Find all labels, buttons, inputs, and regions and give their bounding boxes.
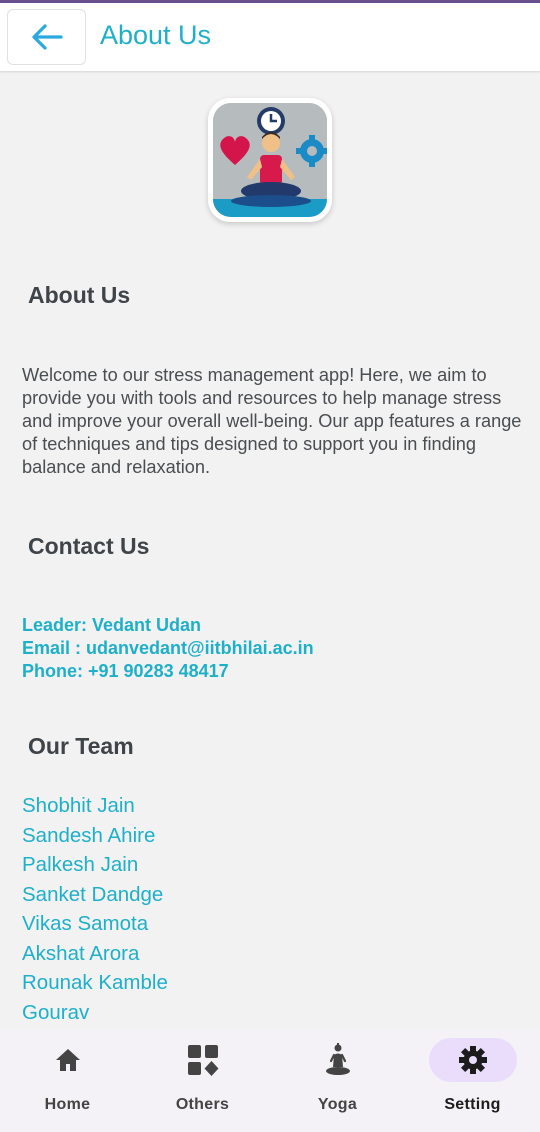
yoga-pose-icon [325,1043,350,1075]
nav-setting[interactable]: Setting [405,1030,540,1132]
team-member: Gourav [22,1001,90,1024]
contact-heading: Contact Us [28,533,150,559]
bottom-navigation: Home Others Yoga Setting [0,1030,540,1132]
nav-yoga-label: Yoga [317,1096,358,1113]
team-heading: Our Team [28,733,134,759]
nav-others-label: Others [175,1096,230,1113]
team-member: Akshat Arora [22,942,140,965]
nav-home[interactable]: Home [0,1030,135,1132]
meditation-app-logo [213,103,327,217]
about-text: Welcome to our stress management app! He… [22,365,522,477]
back-button[interactable] [7,9,86,65]
app-bar: About Us [0,3,540,71]
about-heading: About Us [28,282,131,308]
team-member: Shobhit Jain [22,794,135,817]
nav-yoga[interactable]: Yoga [270,1030,405,1132]
home-icon [55,1049,80,1071]
nav-setting-label: Setting [444,1096,501,1113]
team-member: Sanket Dandge [22,883,164,906]
gear-icon [458,1046,487,1074]
app-logo [208,98,332,222]
nav-active-indicator [428,1038,517,1082]
team-member: Palkesh Jain [22,853,139,876]
arrow-left-icon [31,24,63,50]
team-member: Vikas Samota [22,912,149,935]
contact-email[interactable]: Email : udanvedant@iitbhilai.ac.in [22,638,314,659]
team-member: Rounak Kamble [22,971,168,994]
contact-leader: Leader: Vedant Udan [22,615,202,635]
nav-others[interactable]: Others [135,1030,270,1132]
team-member: Sandesh Ahire [22,824,156,847]
grid-shapes-icon [187,1045,218,1076]
contact-phone[interactable]: Phone: +91 90283 48417 [22,661,229,682]
nav-home-label: Home [44,1096,91,1113]
page-title: About Us [100,20,212,50]
